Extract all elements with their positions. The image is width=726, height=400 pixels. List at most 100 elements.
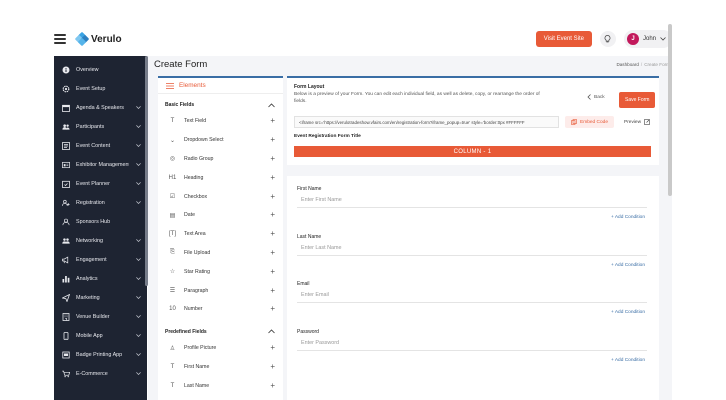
add-element-icon[interactable]: + (270, 211, 275, 219)
sidebar-item-label: Sponsors Hub (76, 218, 111, 225)
sidebar-item-marketing[interactable]: Marketing (54, 288, 147, 307)
element-item-last-name[interactable]: T Last Name + (158, 376, 283, 395)
sidebar-item-engagement[interactable]: Engagement (54, 250, 147, 269)
main-content: Create Form Dashboard / Create Form Elemen… (148, 56, 672, 400)
sidebar-item-exhibitor-management[interactable]: Exhibitor Management (54, 155, 147, 174)
add-element-icon[interactable]: + (270, 192, 275, 201)
element-item-heading[interactable]: H1 Heading + (158, 168, 283, 187)
sidebar-item-networking[interactable]: Networking (54, 231, 147, 250)
date-icon: ▤ (169, 212, 176, 219)
element-item-radio-group[interactable]: ◎ Radio Group + (158, 150, 283, 169)
chevron-left-icon (587, 94, 591, 100)
element-item-dropdown-select[interactable]: ⌄ Dropdown Select + (158, 131, 283, 150)
chevron-down-icon[interactable] (135, 106, 141, 109)
sidebar-item-mobile-app[interactable]: Mobile App (54, 326, 147, 345)
chevron-down-icon[interactable] (135, 296, 141, 299)
page-scrollbar[interactable] (668, 24, 672, 196)
chevron-down-icon[interactable] (135, 163, 141, 166)
add-element-icon[interactable]: + (270, 230, 275, 238)
sidebar-item-event-planner[interactable]: Event Planner (54, 174, 147, 193)
embed-code-button[interactable]: Embed Code (565, 116, 614, 128)
first-name-input[interactable]: Enter First Name (297, 193, 647, 208)
add-element-icon[interactable]: + (270, 117, 275, 125)
element-item-paragraph[interactable]: ☰ Paragraph + (158, 281, 283, 300)
add-element-icon[interactable]: + (270, 267, 275, 276)
chevron-down-icon[interactable] (135, 315, 141, 318)
element-item-checkbox[interactable]: ☑ Checkbox + (158, 187, 283, 206)
chevron-down-icon[interactable] (135, 182, 141, 185)
email-input[interactable]: Enter Email (297, 288, 647, 303)
app-logo[interactable]: Verulo (74, 31, 122, 47)
element-item-star-rating[interactable]: ☆ Star Rating + (158, 262, 283, 281)
network-icon (62, 237, 70, 245)
back-button[interactable]: Back (587, 94, 605, 100)
basic-fields-section[interactable]: Basic Fields (158, 98, 283, 112)
sponsors-icon (62, 218, 70, 226)
password-input[interactable]: Enter Password (297, 336, 647, 351)
sidebar-item-badge-printing-app[interactable]: Badge Printing App (54, 345, 147, 364)
form-layout-description: Below is a preview of your Form. You can… (294, 92, 540, 104)
add-element-icon[interactable]: + (270, 173, 275, 182)
basic-fields-title: Basic Fields (165, 102, 195, 108)
embed-code-field[interactable]: <iframe src='https://verulotradeshow.vfa… (294, 116, 559, 128)
calendar-icon (62, 104, 70, 112)
add-condition-link[interactable]: + Add Condition (611, 215, 645, 220)
sidebar-item-registration[interactable]: Registration (54, 193, 147, 212)
chevron-down-icon[interactable] (135, 201, 141, 204)
breadcrumb-dashboard[interactable]: Dashboard (616, 62, 638, 67)
add-condition-link[interactable]: + Add Condition (611, 358, 645, 363)
add-condition-link[interactable]: + Add Condition (611, 263, 645, 268)
add-element-icon[interactable]: + (270, 286, 275, 295)
element-item-text-field[interactable]: T Text Field + (158, 112, 283, 131)
column-header[interactable]: COLUMN - 1 (294, 146, 651, 157)
people-icon (62, 123, 70, 131)
megaphone-icon (62, 255, 70, 264)
last-name-input[interactable]: Enter Last Name (297, 241, 647, 256)
sidebar-item-overview[interactable]: Overview (54, 60, 147, 79)
element-item-first-name[interactable]: T First Name + (158, 358, 283, 377)
predefined-fields-section[interactable]: Predefined Fields (158, 325, 283, 339)
add-element-icon[interactable]: + (270, 305, 275, 313)
chevron-down-icon[interactable] (135, 258, 141, 261)
user-menu[interactable]: J John (623, 30, 672, 48)
add-element-icon[interactable]: + (270, 136, 275, 144)
chevron-down-icon[interactable] (135, 372, 141, 375)
element-item-file-upload[interactable]: ⎘ File Upload + (158, 244, 283, 263)
chevron-up-icon[interactable] (268, 102, 275, 108)
file-upload-icon: ⎘ (170, 249, 175, 256)
element-item-date[interactable]: ▤ Date + (158, 206, 283, 225)
sidebar-item-venue-builder[interactable]: Venue Builder (54, 307, 147, 326)
sidebar-item-agenda-and-speakers[interactable]: Agenda & Speakers (54, 98, 147, 117)
element-item-text-area[interactable]: [T] Text Area + (158, 225, 283, 244)
preview-label: Preview (624, 119, 642, 125)
add-element-icon[interactable]: + (270, 248, 275, 257)
user-name: John (642, 36, 656, 42)
chevron-down-icon[interactable] (135, 144, 141, 147)
chevron-down-icon[interactable] (135, 239, 141, 242)
element-item-profile-picture[interactable]: ♙ Profile Picture + (158, 339, 283, 358)
save-form-button[interactable]: Save Form (619, 92, 656, 108)
add-element-icon[interactable]: + (270, 154, 275, 163)
chevron-down-icon[interactable] (135, 334, 141, 337)
visit-event-site-button[interactable]: Visit Event Site (535, 31, 592, 47)
sidebar-item-participants[interactable]: Participants (54, 117, 147, 136)
chevron-up-icon[interactable] (268, 329, 275, 334)
add-condition-link[interactable]: + Add Condition (611, 310, 645, 315)
sidebar-item-sponsors-hub[interactable]: Sponsors Hub (54, 212, 147, 231)
lightbulb-icon[interactable] (599, 31, 616, 47)
chevron-down-icon[interactable] (135, 277, 141, 280)
chevron-down-icon[interactable] (135, 353, 141, 356)
chevron-down-icon[interactable] (135, 125, 141, 128)
first-name-icon: T (170, 363, 175, 370)
sidebar-item-label: Participants (76, 123, 105, 130)
preview-button[interactable]: Preview (624, 119, 650, 125)
sidebar-item-event-setup[interactable]: Event Setup (54, 79, 147, 98)
menu-icon[interactable] (54, 34, 66, 44)
add-element-icon[interactable]: + (270, 381, 275, 390)
add-element-icon[interactable]: + (270, 362, 275, 371)
sidebar-item-e-commerce[interactable]: E-Commerce (54, 364, 147, 383)
sidebar-item-event-content[interactable]: Event Content (54, 136, 147, 155)
add-element-icon[interactable]: + (270, 344, 275, 352)
sidebar-item-analytics[interactable]: Analytics (54, 269, 147, 288)
element-item-number[interactable]: 10 Number + (158, 300, 283, 319)
